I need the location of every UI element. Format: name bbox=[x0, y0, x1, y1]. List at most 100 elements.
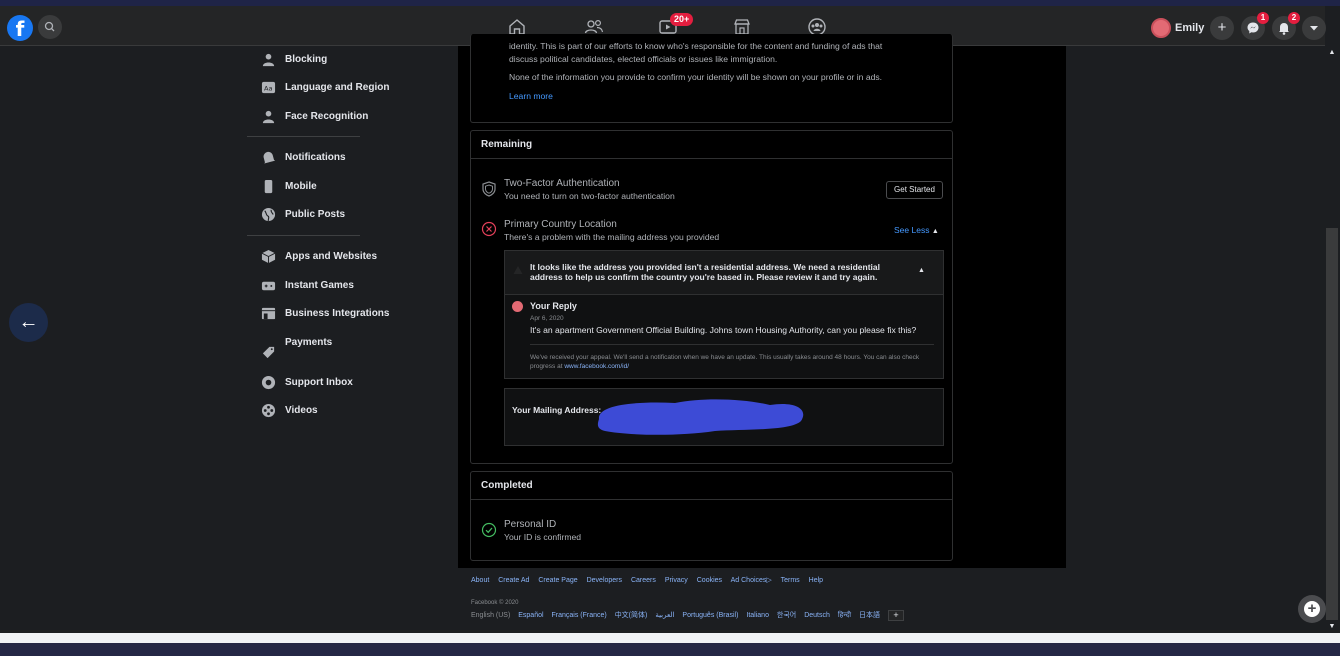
sidebar-item-payments[interactable]: Payments bbox=[260, 332, 332, 358]
appeal-note: We've received your appeal. We'll send a… bbox=[530, 353, 938, 371]
footer-link-ad-choices[interactable]: Ad Choices▷ bbox=[731, 577, 772, 584]
business-icon bbox=[260, 305, 276, 321]
intro-text-line: None of the information you provide to c… bbox=[509, 72, 883, 82]
new-message-button[interactable]: + bbox=[1298, 595, 1326, 623]
account-menu-button[interactable] bbox=[1302, 16, 1326, 40]
avatar bbox=[1151, 18, 1171, 38]
warning-icon bbox=[513, 266, 523, 274]
personal-id-subtitle: Your ID is confirmed bbox=[504, 532, 582, 542]
scroll-down-arrow-icon[interactable]: ▼ bbox=[1326, 622, 1338, 632]
language-link[interactable]: Español bbox=[518, 612, 543, 619]
country-subtitle: There's a problem with the mailing addre… bbox=[504, 232, 720, 242]
remaining-card: Remaining Two-Factor Authentication You … bbox=[470, 130, 953, 464]
footer-link-developers[interactable]: Developers bbox=[587, 577, 622, 584]
sidebar-item-label: Public Posts bbox=[285, 208, 346, 220]
get-started-button[interactable]: Get Started bbox=[886, 181, 943, 199]
sidebar-item-support-inbox[interactable]: Support Inbox bbox=[260, 372, 353, 392]
sidebar-item-label: Instant Games bbox=[285, 279, 354, 291]
footer-link-help[interactable]: Help bbox=[809, 577, 823, 584]
sidebar-item-business-integrations[interactable]: Business Integrations bbox=[260, 303, 389, 323]
sidebar-item-label: Language and Region bbox=[285, 81, 390, 93]
see-less-label: See Less bbox=[894, 225, 930, 235]
error-circle-icon bbox=[481, 221, 497, 237]
sidebar-item-language-region[interactable]: Aa Language and Region bbox=[260, 77, 389, 97]
profile-name: Emily bbox=[1175, 22, 1205, 34]
footer-link-create-page[interactable]: Create Page bbox=[538, 577, 577, 584]
footer-link-create-ad[interactable]: Create Ad bbox=[498, 577, 529, 584]
messenger-count-badge: 1 bbox=[1257, 12, 1269, 24]
back-arrow-icon[interactable]: ← bbox=[9, 303, 48, 342]
sidebar-item-mobile[interactable]: Mobile bbox=[260, 176, 317, 196]
language-link[interactable]: Italiano bbox=[746, 612, 769, 619]
learn-more-link[interactable]: Learn more bbox=[509, 91, 553, 101]
sidebar-item-blocking[interactable]: Blocking bbox=[260, 49, 327, 69]
sidebar-item-label: Face Recognition bbox=[285, 110, 369, 122]
language-link[interactable]: 中文(简体) bbox=[615, 612, 648, 619]
warning-text: It looks like the address you provided i… bbox=[530, 262, 881, 282]
sidebar-item-label: Business Integrations bbox=[285, 307, 390, 319]
plus-icon: + bbox=[1304, 601, 1320, 617]
language-link[interactable]: Deutsch bbox=[804, 612, 830, 619]
tag-icon bbox=[260, 343, 276, 359]
intro-card: identity. This is part of our efforts to… bbox=[470, 34, 953, 123]
remaining-title: Remaining bbox=[471, 131, 952, 159]
personal-id-title: Personal ID bbox=[504, 519, 557, 530]
language-link[interactable]: العربية bbox=[655, 612, 674, 619]
sidebar-item-face-recognition[interactable]: Face Recognition bbox=[260, 106, 368, 126]
scroll-up-arrow-icon[interactable]: ▲ bbox=[1326, 48, 1338, 58]
facebook-logo-icon[interactable]: f bbox=[7, 15, 33, 41]
footer-link-terms[interactable]: Terms bbox=[781, 577, 800, 584]
sidebar-item-videos[interactable]: Videos bbox=[260, 400, 318, 420]
two-factor-subtitle: You need to turn on two-factor authentic… bbox=[504, 191, 675, 201]
create-button[interactable]: + bbox=[1210, 16, 1234, 40]
language-link[interactable]: 한국어 bbox=[777, 612, 796, 619]
caret-up-icon: ▲ bbox=[931, 228, 939, 235]
window-bottom-strip bbox=[0, 633, 1340, 643]
caret-down-icon bbox=[1310, 26, 1318, 31]
sidebar-item-instant-games[interactable]: Instant Games bbox=[260, 275, 354, 295]
taskbar-strip bbox=[0, 643, 1340, 656]
redacted-address-scribble bbox=[597, 399, 804, 435]
address-review-panel: It looks like the address you provided i… bbox=[504, 250, 944, 379]
cube-icon bbox=[260, 248, 276, 264]
sidebar-item-label: Videos bbox=[285, 404, 318, 416]
language-link[interactable]: 日本語 bbox=[859, 612, 880, 619]
language-link[interactable]: Français (France) bbox=[552, 612, 607, 619]
globe-icon bbox=[260, 206, 276, 222]
intro-text-line: identity. This is part of our efforts to… bbox=[509, 41, 883, 51]
search-button[interactable] bbox=[38, 15, 62, 39]
two-factor-title: Two-Factor Authentication bbox=[504, 178, 620, 189]
scrollbar-thumb[interactable] bbox=[1326, 228, 1338, 620]
collapse-caret-icon[interactable]: ▲ bbox=[918, 267, 925, 274]
sidebar-item-notifications[interactable]: Notifications bbox=[260, 147, 346, 167]
sidebar-divider bbox=[247, 235, 360, 236]
sidebar-item-apps-websites[interactable]: Apps and Websites bbox=[260, 246, 377, 266]
footer-links: About Create Ad Create Page Developers C… bbox=[471, 576, 830, 584]
sidebar-item-label: Mobile bbox=[285, 180, 317, 192]
video-notification-badge: 20+ bbox=[670, 13, 694, 26]
footer-link-about[interactable]: About bbox=[471, 577, 489, 584]
intro-text-line: discuss political candidates, elected of… bbox=[509, 54, 778, 64]
country-title: Primary Country Location bbox=[504, 219, 617, 230]
film-icon bbox=[260, 402, 276, 418]
svg-text:Aa: Aa bbox=[264, 84, 273, 92]
reply-date: Apr 6, 2020 bbox=[530, 315, 564, 322]
more-languages-button[interactable]: + bbox=[887, 610, 904, 621]
appeal-progress-link[interactable]: www.facebook.com/id/ bbox=[564, 363, 629, 370]
sidebar-item-public-posts[interactable]: Public Posts bbox=[260, 204, 345, 224]
profile-shortcut[interactable]: Emily bbox=[1151, 17, 1204, 39]
reply-avatar bbox=[512, 301, 523, 312]
mailing-address-box: Your Mailing Address: bbox=[504, 388, 944, 446]
footer-languages: English (US) Español Français (France) 中… bbox=[471, 610, 910, 621]
footer-link-cookies[interactable]: Cookies bbox=[697, 577, 722, 584]
language-icon: Aa bbox=[260, 79, 276, 95]
sidebar-item-label: Blocking bbox=[285, 53, 328, 65]
warning-header: It looks like the address you provided i… bbox=[505, 251, 943, 295]
language-link[interactable]: हिन्दी bbox=[838, 612, 851, 619]
footer-link-privacy[interactable]: Privacy bbox=[665, 577, 688, 584]
language-link[interactable]: Português (Brasil) bbox=[682, 612, 738, 619]
footer-link-careers[interactable]: Careers bbox=[631, 577, 656, 584]
person-block-icon bbox=[260, 51, 276, 67]
bell-icon bbox=[260, 149, 276, 165]
see-less-toggle[interactable]: See Less ▲ bbox=[894, 225, 939, 235]
